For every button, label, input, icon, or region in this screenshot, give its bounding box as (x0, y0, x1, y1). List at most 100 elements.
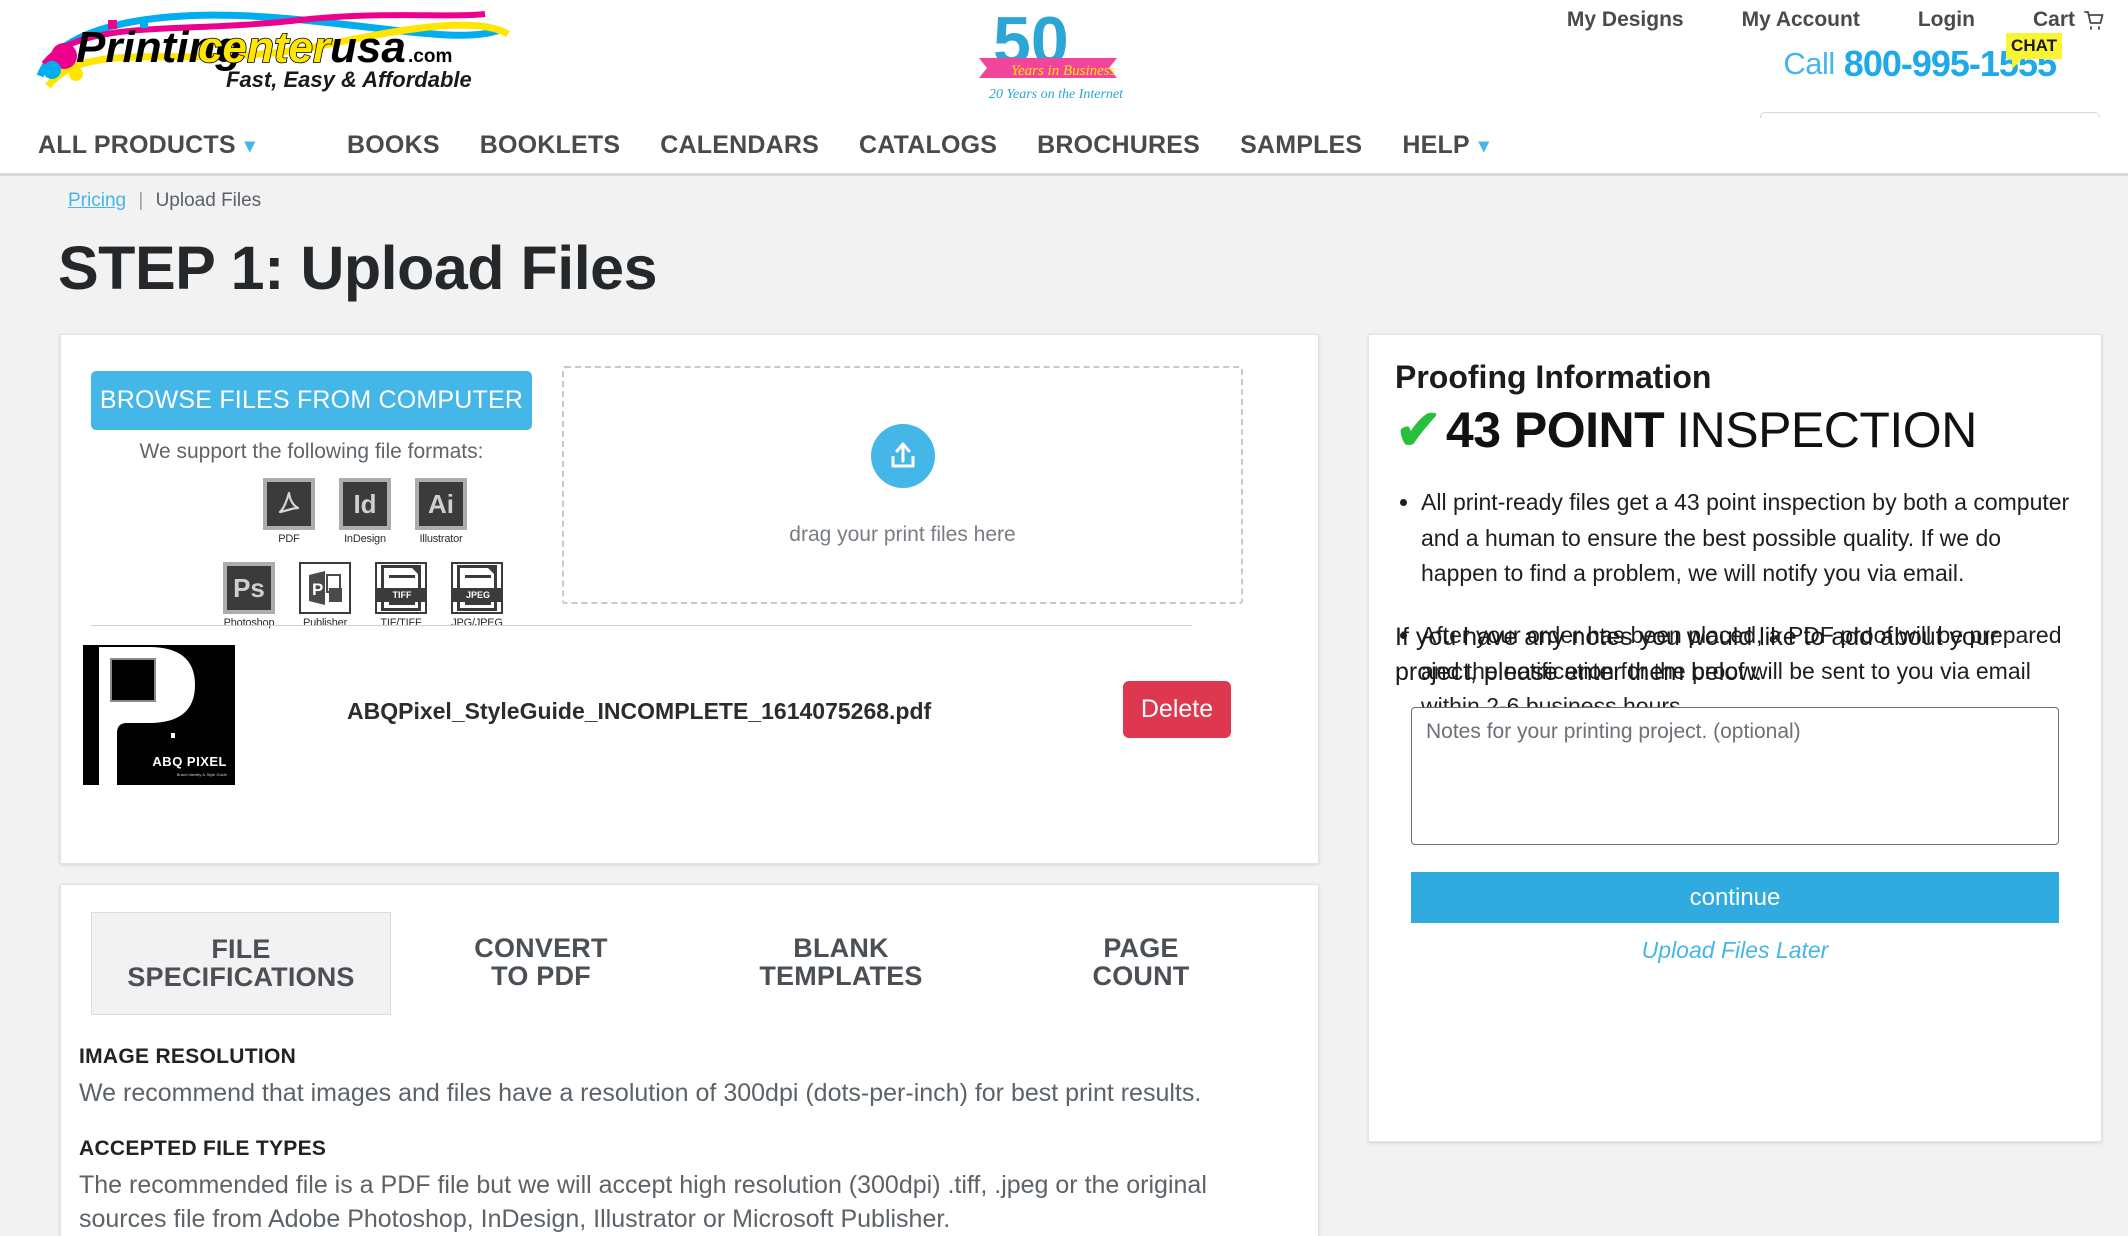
format-jpeg: JPEG JPG/JPEG (447, 562, 507, 629)
file-specifications-panel: IMAGE RESOLUTION We recommend that image… (79, 1045, 1279, 1236)
format-tiff: TIFF TIF/TIFF (371, 562, 431, 629)
nav-item-booklets[interactable]: BOOKLETS (480, 131, 621, 160)
indesign-icon: Id (339, 478, 391, 530)
checkmark-icon: ✔ (1395, 398, 1442, 461)
nav-item-brochures[interactable]: BROCHURES (1037, 131, 1200, 160)
publisher-icon: P (299, 562, 351, 614)
photoshop-glyph: Ps (233, 572, 265, 603)
breadcrumb-pricing-link[interactable]: Pricing (68, 190, 126, 211)
accepted-file-types-heading: ACCEPTED FILE TYPES (79, 1136, 327, 1160)
cart-icon (2084, 11, 2104, 30)
format-label: TIF/TIFF (380, 617, 422, 629)
inspection-bold-text: 43 POINT (1445, 402, 1665, 458)
tab-file-specifications[interactable]: FILE SPECIFICATIONS (91, 912, 391, 1015)
uploaded-file-name: ABQPixel_StyleGuide_INCOMPLETE_161407526… (347, 698, 932, 724)
notes-prompt: If you have any notes you would like to … (1395, 623, 1999, 686)
tab-label-line2: COUNT (1092, 961, 1190, 992)
nav-item-calendars[interactable]: CALENDARS (660, 131, 819, 160)
photoshop-icon: Ps (223, 562, 275, 614)
uploaded-file-row: ABQ PIXEL Brand Identity & Style Guide A… (83, 645, 1293, 785)
inspection-light-text: INSPECTION (1676, 402, 1977, 458)
anniversary-ribbon-text: Years in Business (1011, 63, 1116, 79)
continue-button[interactable]: continue (1411, 872, 2059, 923)
inspection-headline: ✔ 43 POINT INSPECTION (1395, 401, 1977, 459)
upload-files-later-link[interactable]: Upload Files Later (1411, 937, 2059, 964)
nav-item-help[interactable]: HELP ▾ (1402, 131, 1489, 160)
proofing-title: Proofing Information (1395, 359, 1712, 395)
format-label: Publisher (302, 617, 348, 629)
logo-tagline: Fast, Easy & Affordable (226, 67, 472, 92)
format-indesign: Id InDesign (335, 478, 395, 545)
breadcrumb: Pricing | Upload Files (68, 190, 261, 212)
file-format-row-2: Ps Photoshop P Publisher TIFF TIF/TIFF J… (219, 562, 507, 629)
tab-convert-to-pdf[interactable]: CONVERT TO PDF (391, 912, 691, 1015)
nav-item-catalogs[interactable]: CATALOGS (859, 131, 997, 160)
indesign-glyph: Id (353, 488, 377, 519)
phone-call-row[interactable]: Call 800-995-1555 CHAT (1783, 33, 2062, 85)
page-title: STEP 1: Upload Files (58, 234, 658, 302)
format-label: InDesign (344, 533, 386, 545)
illustrator-icon: Ai (415, 478, 467, 530)
breadcrumb-separator: | (138, 190, 144, 211)
tiff-document-glyph: TIFF (377, 565, 427, 611)
50-years-anniversary-badge: 50 Years in Business 20 Years on the Int… (963, 2, 1133, 110)
logo-word-center: center (198, 23, 333, 72)
tab-label-line1: CONVERT (474, 933, 608, 963)
my-account-link[interactable]: My Account (1742, 8, 1860, 32)
cart-label: Cart (2032, 8, 2075, 31)
nav-label: ALL PRODUCTS (38, 131, 236, 159)
nav-item-all-products[interactable]: ALL PRODUCTS ▾ (38, 131, 255, 160)
nav-item-books[interactable]: BOOKS (347, 131, 440, 160)
jpeg-document-glyph: JPEG (453, 565, 503, 611)
pdf-glyph (278, 491, 300, 514)
upload-arrow-glyph (891, 442, 914, 467)
chat-button[interactable]: CHAT (2006, 33, 2062, 69)
image-resolution-heading: IMAGE RESOLUTION (79, 1045, 297, 1068)
proofing-bullet-1: All print-ready files get a 43 point ins… (1421, 485, 2071, 592)
top-utility-links: My Designs My Account Login Cart (1567, 8, 2106, 32)
format-illustrator: Ai Illustrator (411, 478, 471, 545)
upload-icon (870, 423, 935, 488)
tab-blank-templates[interactable]: BLANK TEMPLATES (691, 912, 991, 1015)
format-publisher: P Publisher (295, 562, 355, 629)
chevron-down-icon: ▾ (1478, 135, 1490, 157)
project-notes-textarea[interactable] (1411, 707, 2059, 845)
thumbnail-sub-text: Brand Identity & Style Guide (176, 772, 227, 777)
thumbnail-brand-text: ABQ PIXEL (152, 754, 227, 769)
pdf-icon (263, 478, 315, 530)
logo-artwork: Printing center usa .com Fast, Easy & Af… (36, 11, 510, 92)
cart-link[interactable]: Cart (2033, 8, 2106, 32)
anniversary-artwork: 50 Years in Business 20 Years on the Int… (979, 3, 1124, 102)
jpeg-tag: JPEG (453, 588, 503, 602)
chevron-down-icon: ▾ (244, 135, 256, 157)
nav-item-samples[interactable]: SAMPLES (1240, 131, 1362, 160)
illustrator-glyph: Ai (428, 488, 454, 519)
tab-page-count[interactable]: PAGE COUNT (991, 912, 1291, 1015)
tab-label-line2: TEMPLATES (759, 961, 923, 992)
logo-word-usa: usa (330, 23, 406, 72)
supported-formats-label: We support the following file formats: (139, 440, 484, 463)
nav-label: HELP (1402, 131, 1470, 159)
accepted-file-types-body: The recommended file is a PDF file but w… (79, 1170, 1207, 1233)
my-designs-link[interactable]: My Designs (1567, 8, 1684, 32)
breadcrumb-current: Upload Files (155, 190, 262, 211)
browse-files-button[interactable]: BROWSE FILES FROM COMPUTER (91, 371, 532, 430)
logo-tld: .com (408, 46, 452, 67)
format-label: JPG/JPEG (451, 617, 503, 629)
tab-label-line2: SPECIFICATIONS (127, 962, 355, 993)
delete-file-button[interactable]: Delete (1123, 681, 1231, 738)
tab-bar: FILE SPECIFICATIONS CONVERT TO PDF BLANK… (91, 912, 1291, 1015)
printingcenterusa-logo[interactable]: Printing center usa .com Fast, Easy & Af… (30, 4, 520, 104)
proofing-information-card: Proofing Information ✔ 43 POINT INSPECTI… (1368, 334, 2102, 1142)
tiff-icon: TIFF (375, 562, 427, 614)
format-label: Illustrator (419, 533, 463, 545)
file-dropzone[interactable]: drag your print files here (562, 366, 1243, 604)
file-info-tabs-card: FILE SPECIFICATIONS CONVERT TO PDF BLANK… (60, 884, 1319, 1236)
tab-label-line2: TO PDF (491, 961, 591, 992)
site-header: Printing center usa .com Fast, Easy & Af… (0, 0, 2128, 160)
dropzone-label: drag your print files here (789, 522, 1016, 546)
format-photoshop: Ps Photoshop (219, 562, 279, 629)
main-navigation: ALL PRODUCTS ▾ BOOKS BOOKLETS CALENDARS … (0, 118, 2128, 176)
login-link[interactable]: Login (1918, 8, 1975, 32)
anniversary-sub-text: 20 Years on the Internet (989, 87, 1124, 102)
